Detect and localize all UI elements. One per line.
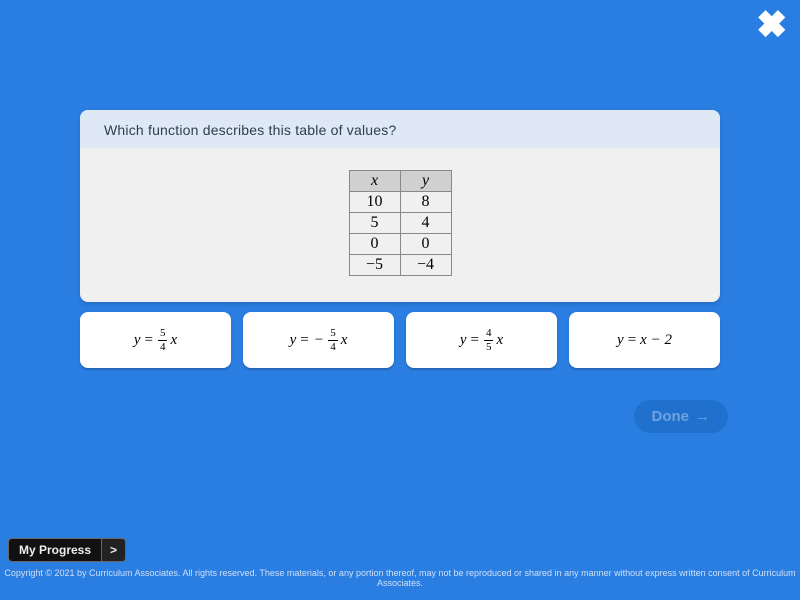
var: x (170, 332, 177, 349)
var: x (341, 332, 348, 349)
option-b[interactable]: y = − 5 4 x (243, 312, 394, 368)
question-body: x y 108 54 00 −5−4 (80, 148, 720, 302)
table-header-x: x (349, 171, 400, 192)
var: y (134, 332, 141, 349)
var: y (290, 332, 297, 349)
cell: −5 (349, 255, 400, 276)
numerator: 5 (158, 328, 168, 340)
option-d-math: y = x − 2 (617, 332, 672, 349)
denominator: 4 (158, 340, 168, 353)
option-b-math: y = − 5 4 x (290, 328, 348, 353)
expr: x − 2 (640, 332, 672, 349)
cell: 5 (349, 213, 400, 234)
done-label: Done (652, 408, 690, 425)
fraction: 5 4 (328, 328, 338, 353)
numerator: 4 (484, 328, 494, 340)
var: x (496, 332, 503, 349)
chevron-right-icon: > (101, 539, 125, 561)
cell: 10 (349, 192, 400, 213)
var: y (617, 332, 624, 349)
values-table: x y 108 54 00 −5−4 (349, 170, 452, 276)
cell: 0 (400, 234, 451, 255)
question-card: Which function describes this table of v… (80, 110, 720, 302)
equals: = (469, 332, 481, 349)
option-c[interactable]: y = 4 5 x (406, 312, 557, 368)
option-d[interactable]: y = x − 2 (569, 312, 720, 368)
fraction: 5 4 (158, 328, 168, 353)
equals: = (298, 332, 310, 349)
cell: 4 (400, 213, 451, 234)
denominator: 5 (484, 340, 494, 353)
option-a-math: y = 5 4 x (134, 328, 177, 353)
copyright-text: Copyright © 2021 by Curriculum Associate… (0, 568, 800, 588)
close-icon[interactable]: ✖ (758, 8, 787, 42)
question-text: Which function describes this table of v… (80, 110, 720, 148)
table-header-y: y (400, 171, 451, 192)
option-a[interactable]: y = 5 4 x (80, 312, 231, 368)
fraction: 4 5 (484, 328, 494, 353)
cell: 0 (349, 234, 400, 255)
cell: 8 (400, 192, 451, 213)
cell: −4 (400, 255, 451, 276)
var: y (460, 332, 467, 349)
arrow-right-icon: → (695, 408, 710, 425)
equals: = (143, 332, 155, 349)
table-row: 54 (349, 213, 451, 234)
my-progress-button[interactable]: My Progress > (8, 538, 126, 562)
answer-options: y = 5 4 x y = − 5 4 x y = 4 5 (80, 312, 720, 368)
option-c-math: y = 4 5 x (460, 328, 503, 353)
equals: = (626, 332, 638, 349)
numerator: 5 (328, 328, 338, 340)
done-button[interactable]: Done → (634, 400, 729, 433)
denominator: 4 (328, 340, 338, 353)
table-row: −5−4 (349, 255, 451, 276)
table-row: 00 (349, 234, 451, 255)
my-progress-label: My Progress (9, 539, 101, 561)
minus-sign: − (313, 332, 325, 349)
table-row: 108 (349, 192, 451, 213)
